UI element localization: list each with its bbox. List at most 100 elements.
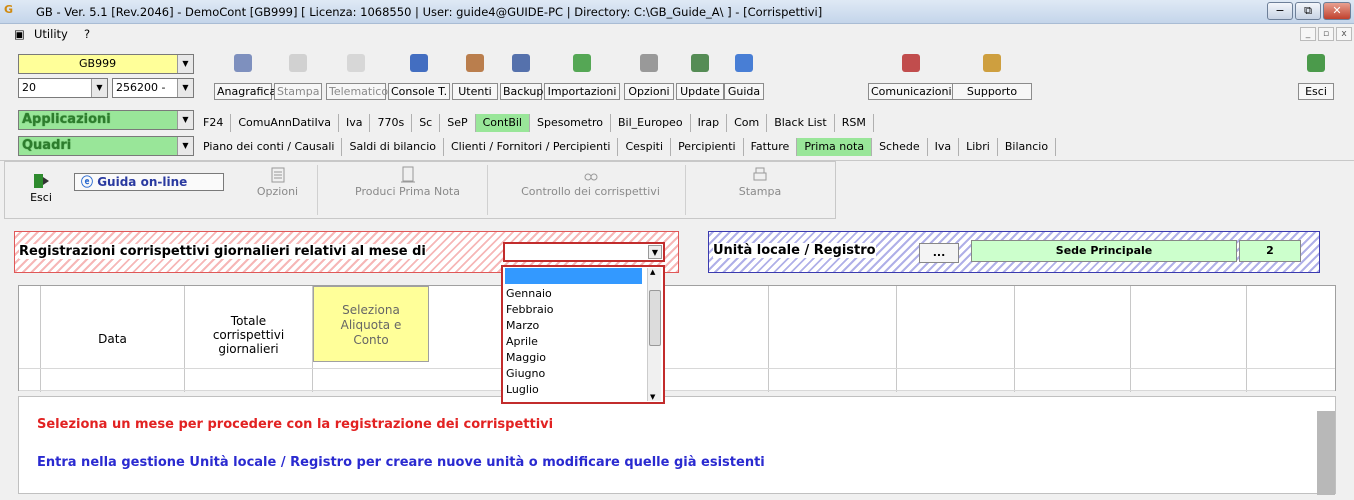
tab-irap[interactable]: Irap <box>691 114 728 132</box>
window-title: GB - Ver. 5.1 [Rev.2046] - DemoCont [GB9… <box>36 5 823 19</box>
tab-black-list[interactable]: Black List <box>767 114 835 132</box>
controllo-corrispettivi-button[interactable]: Controllo dei corrispettivi <box>496 165 686 215</box>
tab-rsm[interactable]: RSM <box>835 114 874 132</box>
message-scrollbar[interactable] <box>1317 411 1335 495</box>
month-dropdown-list[interactable]: ▲ ▼ Gennaio Febbraio Marzo Aprile Maggio Giug… <box>501 265 665 404</box>
help-icon <box>730 50 758 78</box>
tab-spesometro[interactable]: Spesometro <box>530 114 611 132</box>
applicazioni-select[interactable]: Applicazioni ▼ <box>18 110 194 130</box>
grid-line <box>19 390 1335 391</box>
company-select[interactable]: GB999 ▼ <box>18 54 194 74</box>
scroll-down-icon[interactable]: ▼ <box>650 393 655 401</box>
tab-saldi-di-bilancio[interactable]: Saldi di bilancio <box>342 138 444 156</box>
address-book-icon <box>229 50 257 78</box>
chevron-down-icon: ▼ <box>177 55 193 73</box>
esci-button[interactable]: Esci <box>26 171 56 204</box>
printer-icon <box>284 50 312 78</box>
corrispettivi-grid: Data Totale corrispettivi giornalieri Se… <box>18 285 1336 392</box>
tab-cespiti[interactable]: Cespiti <box>618 138 672 156</box>
grid-col <box>897 286 1015 392</box>
tab-percipienti[interactable]: Percipienti <box>671 138 744 156</box>
guida-online-button[interactable]: ⓔ Guida on-line <box>74 173 224 191</box>
wrench-icon <box>635 50 663 78</box>
dropdown-scrollbar[interactable]: ▲ ▼ <box>647 268 661 401</box>
guida-button[interactable]: Guida <box>724 46 764 102</box>
quadri-select[interactable]: Quadri ▼ <box>18 136 194 156</box>
month-select[interactable]: ▼ <box>503 242 665 262</box>
dropdown-option[interactable]: Maggio <box>506 351 546 364</box>
tab-sep[interactable]: SeP <box>440 114 476 132</box>
toolbar-label: Stampa <box>274 83 322 100</box>
opzioni-button[interactable]: Opzioni <box>238 165 318 215</box>
produci-prima-nota-button[interactable]: Produci Prima Nota <box>328 165 488 215</box>
dropdown-option[interactable]: Marzo <box>506 319 539 332</box>
tab-schede[interactable]: Schede <box>872 138 928 156</box>
chevron-down-icon: ▼ <box>177 137 193 155</box>
document-icon <box>398 165 418 185</box>
dropdown-option-selected[interactable] <box>505 268 642 284</box>
scroll-thumb[interactable] <box>649 290 661 346</box>
telematico-button[interactable]: Telematico <box>326 46 388 102</box>
toolbar-label: Supporto <box>952 83 1032 100</box>
backup-icon <box>507 50 535 78</box>
tab-sc[interactable]: Sc <box>412 114 441 132</box>
dropdown-option[interactable]: Luglio <box>506 383 539 396</box>
grid-line <box>19 368 1335 369</box>
toolbar-label: Opzioni <box>624 83 674 100</box>
anagrafica-button[interactable]: Anagrafica <box>214 46 276 102</box>
app-logo-icon: G <box>4 3 14 16</box>
toolbar-label: Telematico <box>326 83 388 100</box>
code-select[interactable]: 256200 - ▼ <box>112 78 194 98</box>
importazioni-button[interactable]: Importazioni <box>544 46 620 102</box>
grid-header-data[interactable]: Data <box>41 286 185 392</box>
tab-prima-nota[interactable]: Prima nota <box>797 138 873 156</box>
grid-header-totale[interactable]: Totale corrispettivi giornalieri <box>185 286 313 392</box>
exit-icon <box>31 171 51 191</box>
tab-bilancio[interactable]: Bilancio <box>998 138 1057 156</box>
year-select[interactable]: 20 ▼ <box>18 78 108 98</box>
tab-iva[interactable]: Iva <box>339 114 371 132</box>
dropdown-option[interactable]: Gennaio <box>506 287 552 300</box>
dropdown-option[interactable]: Febbraio <box>506 303 554 316</box>
mdi-minimize-button[interactable]: _ <box>1300 27 1316 41</box>
tab-contbil[interactable]: ContBil <box>475 114 530 132</box>
dropdown-option[interactable]: Aprile <box>506 335 538 348</box>
stampa-button[interactable]: Stampa <box>274 46 322 102</box>
update-button[interactable]: Update <box>676 46 724 102</box>
backup-button[interactable]: Backup <box>500 46 543 102</box>
dropdown-option[interactable]: Giugno <box>506 367 545 380</box>
supporto-button[interactable]: Supporto <box>952 46 1032 102</box>
opzioni-button[interactable]: Opzioni <box>624 46 674 102</box>
tab-iva[interactable]: Iva <box>928 138 960 156</box>
grid-header-aliquota[interactable]: Seleziona Aliquota e Conto <box>313 286 429 362</box>
unit-number-field: 2 <box>1239 240 1301 262</box>
unit-name-field: Sede Principale <box>971 240 1237 262</box>
stampa-button[interactable]: Stampa <box>700 165 820 215</box>
tab-com[interactable]: Com <box>727 114 768 132</box>
maximize-button[interactable]: ⧉ <box>1295 2 1321 20</box>
scroll-up-icon[interactable]: ▲ <box>650 268 655 276</box>
tab-f24[interactable]: F24 <box>196 114 232 132</box>
grid-col <box>1131 286 1247 392</box>
tab-clienti-fornitori-percipienti[interactable]: Clienti / Fornitori / Percipienti <box>444 138 619 156</box>
mdi-close-button[interactable]: x <box>1336 27 1352 41</box>
menu-utility[interactable]: Utility <box>34 27 68 41</box>
close-button[interactable]: ✕ <box>1323 2 1351 20</box>
toolbar-label: Esci <box>1298 83 1334 100</box>
minimize-button[interactable]: − <box>1267 2 1293 20</box>
mdi-restore-button[interactable]: ▫ <box>1318 27 1334 41</box>
esci-button[interactable]: Esci <box>1298 46 1334 102</box>
tab-piano-dei-conti-causali[interactable]: Piano dei conti / Causali <box>196 138 343 156</box>
comunicazioni-button[interactable]: Comunicazioni <box>868 46 954 102</box>
tab-770s[interactable]: 770s <box>370 114 413 132</box>
console-t-button[interactable]: Console T. <box>388 46 450 102</box>
utenti-button[interactable]: Utenti <box>452 46 498 102</box>
tab-fatture[interactable]: Fatture <box>744 138 798 156</box>
tab-comuanndatiiva[interactable]: ComuAnnDatiIva <box>231 114 339 132</box>
tab-libri[interactable]: Libri <box>959 138 998 156</box>
toolbar-label: Comunicazioni <box>868 83 954 100</box>
tab-bil-europeo[interactable]: Bil_Europeo <box>611 114 691 132</box>
unit-browse-button[interactable]: ... <box>919 243 959 263</box>
menu-help[interactable]: ? <box>84 27 90 41</box>
options-icon <box>268 165 288 185</box>
